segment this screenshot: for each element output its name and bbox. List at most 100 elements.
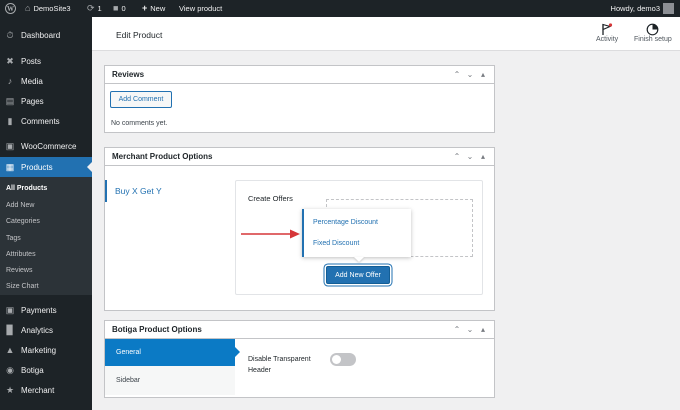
flag-icon [601, 22, 613, 36]
products-icon: ▦ [5, 161, 15, 172]
botiga-icon: ◉ [6, 364, 14, 375]
sidebar-item-analytics[interactable]: ▉ Analytics [0, 320, 92, 340]
sidebar-item-label: Pages [21, 96, 44, 106]
sidebar-item-marketing[interactable]: ▲ Marketing [0, 340, 92, 360]
sidebar-item-botiga[interactable]: ◉ Botiga [0, 360, 92, 380]
sidebar-item-products[interactable]: ▦ Products [0, 157, 92, 177]
finish-setup-label: Finish setup [634, 36, 672, 43]
activity-label: Activity [596, 36, 619, 43]
home-icon: ⌂ [25, 3, 31, 13]
collapse-toggle-icon[interactable]: ▴ [479, 70, 487, 79]
move-down-icon[interactable]: ⌄ [466, 70, 474, 79]
move-down-icon[interactable]: ⌄ [466, 152, 474, 161]
sidebar-item-dashboard[interactable]: ⏱ Dashboard [0, 25, 92, 45]
marketing-icon: ▲ [5, 345, 15, 355]
active-menu-arrow [87, 162, 92, 172]
reviews-postbox: Reviews ⌃ ⌄ ▴ Add Comment No comments ye… [104, 65, 495, 133]
howdy-label: Howdy, demo3 [610, 4, 660, 13]
site-name-link[interactable]: ⌂ DemoSite3 [25, 0, 71, 17]
setting-label-line1: Disable Transparent [248, 356, 311, 363]
sidebar-item-comments[interactable]: ▮ Comments [0, 111, 92, 131]
move-up-icon[interactable]: ⌃ [453, 325, 461, 334]
plus-icon: + [142, 3, 148, 13]
tab-buy-x-get-y[interactable]: Buy X Get Y [105, 180, 220, 202]
updates-icon: ⟳ [87, 3, 95, 13]
tab-general[interactable]: General [105, 339, 235, 366]
comments-link[interactable]: ■ 0 [113, 0, 126, 17]
new-content-link[interactable]: + New [142, 0, 165, 17]
no-comments-text: No comments yet. [111, 120, 168, 127]
payments-icon: ▣ [5, 304, 15, 315]
dashboard-icon: ⏱ [6, 29, 14, 40]
sidebar-item-posts[interactable]: ✖ Posts [0, 51, 92, 71]
admin-sidebar: ⏱ Dashboard ✖ Posts ♪ Media ▤ Pages ▮ Co… [0, 17, 92, 410]
pages-icon: ▤ [5, 95, 15, 106]
sidebar-item-label: Marketing [21, 345, 57, 355]
pin-icon: ✖ [6, 55, 14, 66]
disable-transparent-header-label: Disable Transparent Header [248, 354, 311, 376]
media-icon: ♪ [7, 76, 13, 86]
comment-bubble-icon: ■ [113, 3, 119, 13]
submenu-size-chart[interactable]: Size Chart [6, 283, 39, 290]
sidebar-item-label: Posts [21, 56, 42, 66]
sidebar-item-payments[interactable]: ▣ Payments [0, 300, 92, 320]
add-new-offer-button[interactable]: Add New Offer [326, 266, 390, 284]
submenu-add-new[interactable]: Add New [6, 202, 34, 209]
submenu-all-products[interactable]: All Products [6, 185, 47, 192]
avatar [663, 3, 674, 14]
page-header: Edit Product Activity Finish setup [92, 17, 680, 51]
fixed-discount-option[interactable]: Fixed Discount [313, 240, 359, 247]
reviews-postbox-header: Reviews ⌃ ⌄ ▴ [105, 66, 494, 84]
sidebar-item-label: Products [21, 162, 53, 172]
sidebar-item-label: Merchant [21, 385, 55, 395]
annotation-arrow-icon [241, 229, 300, 239]
move-down-icon[interactable]: ⌄ [466, 325, 474, 334]
offer-type-dropdown: Percentage Discount Fixed Discount [302, 209, 411, 257]
sidebar-item-label: Media [21, 76, 43, 86]
activity-button[interactable]: Activity [596, 22, 618, 43]
move-up-icon[interactable]: ⌃ [453, 152, 461, 161]
transparent-header-toggle[interactable] [330, 353, 356, 366]
move-up-icon[interactable]: ⌃ [453, 70, 461, 79]
sidebar-item-media[interactable]: ♪ Media [0, 71, 92, 91]
wordpress-logo-icon[interactable]: W [5, 0, 16, 17]
botiga-title: Botiga Product Options [112, 325, 202, 334]
finish-setup-button[interactable]: Finish setup [634, 22, 672, 43]
admin-bar: W ⌂ DemoSite3 ⟳ 1 ■ 0 + New View product… [0, 0, 680, 17]
submenu-categories[interactable]: Categories [6, 218, 40, 225]
merchant-postbox-header: Merchant Product Options ⌃ ⌄ ▴ [105, 148, 494, 166]
view-product-link[interactable]: View product [179, 0, 222, 17]
sidebar-item-label: Botiga [21, 365, 44, 375]
reviews-title: Reviews [112, 70, 145, 79]
products-submenu: All Products Add New Categories Tags Att… [0, 177, 92, 295]
sidebar-item-woocommerce[interactable]: ▣ WooCommerce [0, 136, 92, 156]
submenu-attributes[interactable]: Attributes [6, 251, 36, 258]
my-account-link[interactable]: Howdy, demo3 [611, 0, 674, 17]
site-name-label: DemoSite3 [33, 4, 71, 13]
toggle-knob [332, 355, 341, 364]
comments-icon: ▮ [7, 115, 13, 126]
sidebar-item-label: Analytics [21, 325, 54, 335]
setting-label-line2: Header [248, 367, 271, 374]
sidebar-item-merchant[interactable]: ★ Merchant [0, 380, 92, 400]
sidebar-item-pages[interactable]: ▤ Pages [0, 91, 92, 111]
submenu-tags[interactable]: Tags [6, 235, 21, 242]
botiga-postbox: Botiga Product Options ⌃ ⌄ ▴ General Sid… [104, 320, 495, 398]
progress-circle-icon [646, 22, 659, 36]
add-comment-button[interactable]: Add Comment [110, 91, 172, 108]
comments-count: 0 [121, 4, 126, 13]
sidebar-item-label: Dashboard [21, 30, 61, 40]
collapse-toggle-icon[interactable]: ▴ [479, 152, 487, 161]
submenu-reviews[interactable]: Reviews [6, 267, 32, 274]
tab-sidebar[interactable]: Sidebar [105, 367, 235, 394]
merchant-icon: ★ [5, 384, 15, 395]
updates-count: 1 [97, 4, 102, 13]
botiga-tabs: General Sidebar [105, 339, 240, 395]
page-title: Edit Product [116, 30, 163, 40]
updates-link[interactable]: ⟳ 1 [87, 0, 102, 17]
active-tab-arrow [235, 347, 240, 357]
collapse-toggle-icon[interactable]: ▴ [479, 325, 487, 334]
analytics-icon: ▉ [6, 324, 14, 335]
woocommerce-icon: ▣ [5, 140, 15, 151]
percentage-discount-option[interactable]: Percentage Discount [313, 219, 378, 226]
